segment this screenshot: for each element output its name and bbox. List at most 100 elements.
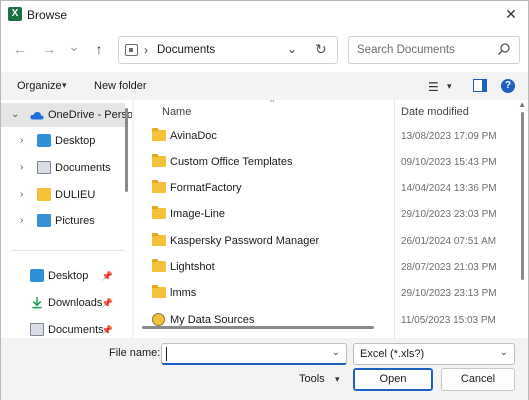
chevron-right-icon[interactable]: › [20, 135, 23, 146]
quick-access-documents[interactable]: Documents 📌 [1, 318, 125, 338]
nav-item-label: Documents [55, 162, 111, 174]
caret-down-icon[interactable]: ▾ [447, 81, 452, 92]
documents-icon [37, 161, 51, 174]
file-row[interactable]: My Data Sources 11/05/2023 15:03 PM [134, 308, 528, 334]
file-date: 13/08/2023 17:09 PM [401, 131, 497, 142]
nav-item-label: OneDrive - Perso [48, 109, 132, 121]
title-bar: X Browse ✕ [1, 1, 528, 28]
file-name-input[interactable]: ⌄ [161, 343, 347, 365]
horizontal-scrollbar[interactable] [142, 326, 374, 329]
address-bar[interactable]: › Documents ⌄ ↻ [118, 36, 338, 64]
file-row[interactable]: FormatFactory 14/04/2024 13:36 PM [134, 176, 528, 202]
scroll-up-icon[interactable]: ▲ [518, 100, 526, 109]
file-name: My Data Sources [170, 314, 255, 326]
up-button[interactable]: ↑ [90, 40, 108, 58]
folder-icon [152, 128, 166, 141]
chevron-right-icon[interactable]: › [20, 215, 23, 226]
tools-button[interactable]: Tools [299, 373, 325, 385]
data-sources-icon [152, 313, 165, 326]
arrow-right-icon: → [42, 41, 56, 57]
file-name: lmms [170, 287, 197, 299]
preview-pane-icon[interactable] [473, 79, 487, 92]
nav-item-documents[interactable]: › Documents [1, 156, 125, 180]
vertical-scrollbar[interactable] [521, 112, 524, 280]
search-placeholder: Search Documents [357, 44, 455, 56]
desktop-icon [37, 134, 51, 147]
new-folder-button[interactable]: New folder [94, 80, 147, 92]
documents-icon [30, 323, 44, 336]
pin-icon[interactable]: 📌 [102, 271, 113, 282]
file-row[interactable]: lmms 29/10/2023 23:13 PM [134, 281, 528, 307]
file-type-value: Excel (*.xls?) [360, 348, 425, 360]
text-cursor [166, 347, 167, 361]
file-date: 11/05/2023 15:03 PM [401, 315, 496, 326]
caret-down-icon: ▾ [62, 80, 67, 90]
file-type-select[interactable]: Excel (*.xls?) ⌄ [353, 343, 515, 365]
nav-item-label: Desktop [48, 270, 89, 282]
folder-icon [152, 285, 166, 298]
file-date: 26/01/2024 07:51 AM [401, 236, 497, 247]
search-input[interactable]: Search Documents [348, 36, 520, 64]
nav-item-onedrive[interactable]: ⌄ OneDrive - Perso [1, 103, 132, 127]
refresh-icon[interactable]: ↻ [315, 41, 327, 58]
nav-item-dulieu[interactable]: › DULIEU [1, 183, 125, 207]
navigation-pane: ⌄ OneDrive - Perso › Desktop › Documents… [1, 100, 132, 338]
forward-button[interactable]: → [40, 40, 58, 58]
file-date: 28/07/2023 21:03 PM [401, 262, 497, 273]
caret-down-icon[interactable]: ▾ [335, 374, 340, 385]
navigation-bar: ← → ⌄ ↑ › Documents ⌄ ↻ Search Documents [1, 28, 528, 72]
arrow-left-icon: ← [13, 41, 27, 57]
cancel-button[interactable]: Cancel [441, 368, 515, 391]
nav-item-label: Desktop [55, 135, 96, 147]
folder-icon [152, 206, 166, 219]
recent-locations-button[interactable]: ⌄ [65, 37, 83, 55]
file-name: Lightshot [170, 261, 215, 273]
quick-access-desktop[interactable]: Desktop 📌 [1, 264, 125, 288]
breadcrumb-documents[interactable]: Documents [157, 44, 215, 56]
nav-item-label: Documents [48, 324, 104, 336]
chevron-down-icon[interactable]: ⌄ [332, 347, 340, 358]
help-icon[interactable]: ? [501, 79, 515, 93]
file-name: FormatFactory [170, 182, 242, 194]
chevron-down-icon[interactable]: ⌄ [11, 109, 19, 120]
back-button[interactable]: ← [11, 40, 29, 58]
file-date: 14/04/2024 13:36 PM [401, 183, 497, 194]
quick-access-downloads[interactable]: Downloads 📌 [1, 291, 125, 315]
file-list: ^ Name Date modified AvinaDoc 13/08/2023… [134, 100, 528, 338]
nav-item-desktop[interactable]: › Desktop [1, 129, 125, 153]
chevron-down-icon[interactable]: ⌄ [500, 347, 508, 358]
browse-dialog: X Browse ✕ ← → ⌄ ↑ › Documents ⌄ ↻ Searc… [0, 0, 529, 400]
file-name: Kaspersky Password Manager [170, 235, 320, 247]
nav-item-pictures[interactable]: › Pictures [1, 209, 125, 233]
breadcrumb-separator: › [144, 43, 148, 57]
command-bar: Organize ▾ New folder ☰ ▾ ? [1, 72, 528, 100]
file-row[interactable]: AvinaDoc 13/08/2023 17:09 PM [134, 124, 528, 150]
view-options-icon[interactable]: ☰ [428, 80, 439, 94]
file-row[interactable]: Lightshot 28/07/2023 21:03 PM [134, 255, 528, 281]
chevron-right-icon[interactable]: › [20, 189, 23, 200]
pin-icon[interactable]: 📌 [102, 298, 113, 309]
column-header-name[interactable]: Name [162, 106, 191, 118]
excel-icon: X [8, 7, 22, 21]
chevron-right-icon[interactable]: › [20, 162, 23, 173]
window-title: Browse [27, 8, 68, 22]
organize-button[interactable]: Organize [17, 80, 62, 92]
dialog-footer: File name: ⌄ Excel (*.xls?) ⌄ Tools ▾ Op… [1, 338, 528, 400]
file-row[interactable]: Custom Office Templates 09/10/2023 15:43… [134, 150, 528, 176]
address-dropdown-icon[interactable]: ⌄ [287, 42, 297, 56]
file-row[interactable]: Kaspersky Password Manager 26/01/2024 07… [134, 229, 528, 255]
folder-icon [152, 233, 166, 246]
open-button[interactable]: Open [353, 368, 433, 391]
file-name: Custom Office Templates [170, 156, 293, 168]
column-header-date-modified[interactable]: Date modified [401, 106, 469, 118]
file-date: 09/10/2023 15:43 PM [401, 157, 497, 168]
close-button[interactable]: ✕ [494, 1, 528, 28]
navpane-scrollbar[interactable] [125, 108, 128, 192]
pin-icon[interactable]: 📌 [102, 325, 113, 336]
folder-icon [152, 259, 166, 272]
file-row[interactable]: Image-Line 29/10/2023 23:03 PM [134, 202, 528, 228]
file-date: 29/10/2023 23:03 PM [401, 209, 497, 220]
desktop-icon [30, 269, 44, 282]
nav-divider [11, 250, 125, 251]
nav-item-label: Pictures [55, 215, 95, 227]
